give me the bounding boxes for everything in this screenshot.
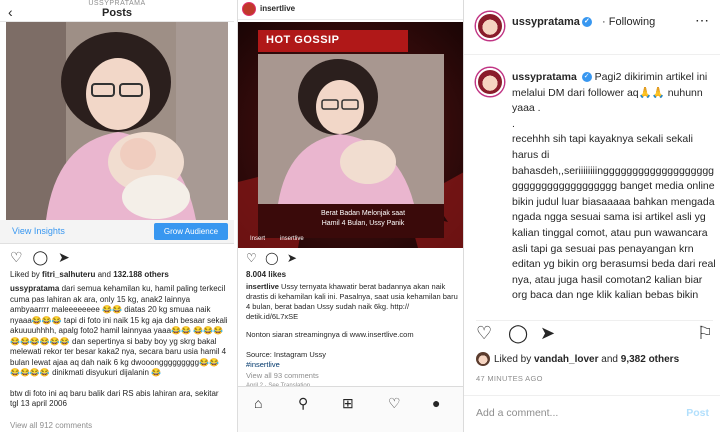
likes-count[interactable]: 8.004 likes — [246, 270, 286, 279]
heart-icon[interactable]: ♡ — [10, 249, 23, 265]
brand-insert: Insert — [250, 236, 266, 242]
liked-by-prefix: Liked by — [10, 270, 40, 279]
liked-others-count[interactable]: 132.188 others — [113, 270, 169, 279]
new-post-icon[interactable]: ⊞ — [342, 395, 354, 412]
liked-others-count[interactable]: 9,382 others — [621, 354, 679, 365]
comment-icon[interactable]: ◯ — [265, 251, 278, 265]
hot-gossip-label: HOT GOSSIP — [266, 34, 340, 46]
verified-badge-icon: ✓ — [581, 72, 592, 83]
post-actions: ♡ ◯ ➤ — [246, 251, 297, 265]
comment-box: Add a comment... Post — [464, 395, 720, 432]
caption-text: Pagi2 dikirimin artikel ini melalui DM d… — [512, 71, 716, 302]
bottom-nav: ⌂ ⚲ ⊞ ♡ ● — [238, 386, 463, 432]
home-icon[interactable]: ⌂ — [254, 395, 262, 411]
liked-by-user[interactable]: fitri_salhuteru — [42, 270, 95, 279]
more-options-icon[interactable]: ⋯ — [695, 12, 709, 29]
profile-username: USSYPRATAMA — [88, 0, 146, 7]
panel-profile-posts: ‹ USSYPRATAMA Posts View Insights Grow A… — [0, 0, 234, 432]
search-icon[interactable]: ⚲ — [298, 395, 308, 412]
activity-icon[interactable]: ♡ — [388, 395, 401, 412]
view-comments-link[interactable]: View all 912 comments — [10, 421, 92, 430]
following-button[interactable]: · Following — [602, 16, 655, 28]
share-icon[interactable]: ➤ — [287, 251, 297, 265]
caption-streaming-line: Nonton siaran streamingnya di www.insert… — [246, 330, 414, 339]
share-icon[interactable]: ➤ — [540, 323, 555, 344]
caption-source-line: Source: Instagram Ussy — [246, 350, 327, 359]
post-username[interactable]: insertlive — [260, 4, 295, 13]
insights-bar: View Insights Grow Audience — [0, 220, 234, 244]
caption-username[interactable]: ussypratama — [512, 71, 577, 83]
caption-footer: btw di foto ini aq baru balik dari RS ab… — [10, 388, 219, 409]
brand-insertlive: insertlive — [280, 236, 304, 242]
post-caption: ussypratama ✓ Pagi2 dikirimin artikel in… — [512, 70, 717, 304]
heart-icon[interactable]: ♡ — [246, 251, 257, 265]
avatar[interactable] — [476, 12, 504, 40]
liker-avatar — [476, 352, 490, 366]
post-header: insertlive — [238, 0, 463, 20]
post-actions: ♡ ◯ ➤ ⚐ — [476, 320, 713, 344]
post-actions: ♡ ◯ ➤ — [10, 249, 70, 266]
headline-line-1: Berat Badan Melonjak saat — [320, 210, 406, 217]
panel-insertlive-post: insertlive HOT GOSSIP Berat Badan Melonj… — [237, 0, 463, 432]
post-comment-button[interactable]: Post — [686, 407, 709, 419]
post-username[interactable]: ussypratama ✓ — [512, 16, 592, 28]
caption-text: dari semua kehamilan ku, hamil paling te… — [10, 284, 228, 377]
share-icon[interactable]: ➤ — [58, 249, 70, 265]
post-timestamp[interactable]: 47 MINUTES AGO — [476, 374, 543, 383]
likes-line: Liked by fitri_salhuteru and 132.188 oth… — [10, 270, 169, 279]
caption-avatar[interactable] — [476, 68, 504, 96]
post-header: ussypratama ✓ · Following ⋯ — [464, 0, 720, 55]
posts-header: ‹ USSYPRATAMA Posts — [0, 0, 234, 22]
caption-username[interactable]: ussypratama — [10, 284, 59, 293]
panel-desktop-post: ussypratama ✓ · Following ⋯ ussypratama ✓… — [463, 0, 720, 432]
page-title: Posts — [102, 7, 132, 19]
bookmark-icon[interactable]: ⚐ — [697, 323, 713, 344]
post-caption: insertlive Ussy ternyata khawatir berat … — [246, 282, 460, 322]
comment-icon[interactable]: ◯ — [508, 323, 528, 344]
grow-audience-button[interactable]: Grow Audience — [154, 223, 228, 240]
liked-and: and — [97, 270, 111, 279]
view-comments-link[interactable]: View all 93 comments — [246, 371, 460, 381]
mother-baby-photo — [6, 22, 228, 220]
post-photo[interactable]: HOT GOSSIP Berat Badan Melonjak saat Ham… — [238, 22, 463, 248]
heart-icon[interactable]: ♡ — [476, 323, 492, 344]
post-caption: ussypratama dari semua kehamilan ku, ham… — [10, 284, 228, 410]
view-insights-link[interactable]: View Insights — [12, 226, 65, 236]
comment-icon[interactable]: ◯ — [32, 249, 48, 265]
caption-hashtag[interactable]: #insertlive — [246, 360, 460, 370]
following-label: Following — [608, 16, 656, 28]
profile-icon[interactable]: ● — [432, 395, 440, 411]
comment-input[interactable]: Add a comment... — [476, 407, 558, 419]
liked-and: and — [601, 353, 618, 365]
likes-line: Liked by vandah_lover and 9,382 others — [476, 352, 679, 366]
headline-line-2: Hamil 4 Bulan, Ussy Panik — [321, 220, 405, 227]
liked-by-user[interactable]: vandah_lover — [534, 354, 598, 365]
post-photo[interactable] — [6, 22, 228, 220]
caption-username[interactable]: insertlive — [246, 282, 279, 291]
username-text: ussypratama — [512, 16, 580, 28]
liked-by-prefix: Liked by — [494, 353, 532, 365]
avatar[interactable] — [242, 2, 256, 16]
verified-badge-icon: ✓ — [581, 17, 592, 28]
